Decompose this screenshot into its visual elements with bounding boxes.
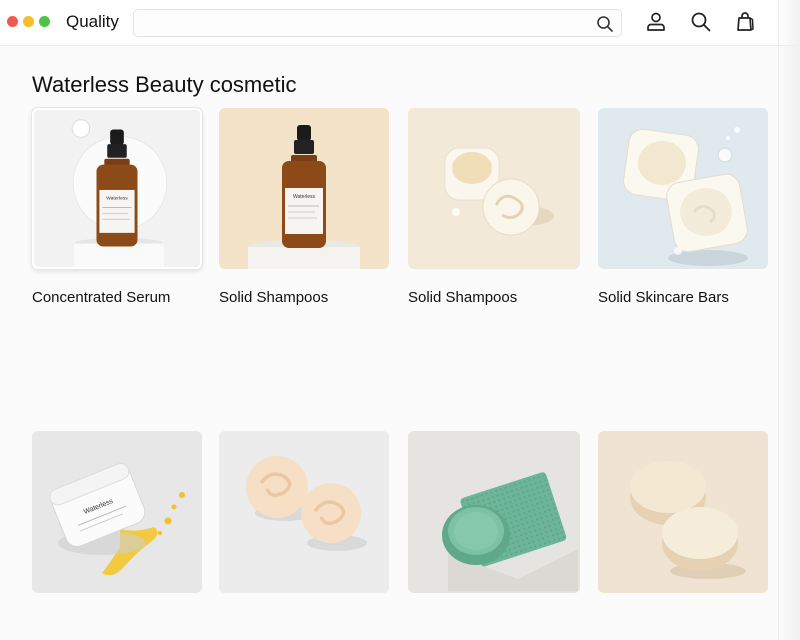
page-title: Waterless Beauty cosmetic bbox=[32, 72, 297, 97]
product-image-serum-pedestal[interactable]: Waterless bbox=[219, 108, 389, 269]
product-card[interactable] bbox=[598, 431, 768, 593]
brand-logo[interactable]: Quality bbox=[66, 12, 119, 32]
product-title[interactable]: Concentrated Serum bbox=[32, 289, 170, 306]
product-image-cream-jar-oil[interactable]: Waterless bbox=[32, 431, 202, 593]
bottle-label-text: Waterless bbox=[106, 196, 128, 202]
product-title[interactable]: Solid Skincare Bars bbox=[598, 289, 729, 306]
product-card[interactable] bbox=[219, 431, 389, 593]
product-image-cream-jars[interactable] bbox=[408, 108, 580, 269]
top-bar: Quality bbox=[0, 0, 800, 46]
product-card[interactable]: Waterless bbox=[32, 431, 202, 593]
product-card[interactable] bbox=[408, 431, 580, 593]
product-card[interactable]: Waterless Concentrated Serum bbox=[32, 108, 202, 308]
product-image-round-bars[interactable] bbox=[598, 431, 768, 593]
search-input[interactable] bbox=[142, 14, 582, 34]
product-card[interactable]: Waterless Solid Shampoos bbox=[219, 108, 389, 308]
search-icon[interactable] bbox=[596, 15, 614, 33]
shopping-bag-icon[interactable] bbox=[733, 10, 757, 34]
window-controls bbox=[7, 16, 50, 27]
minimize-window-button[interactable] bbox=[23, 16, 34, 27]
product-title[interactable]: Solid Shampoos bbox=[408, 289, 517, 306]
product-image-serum[interactable]: Waterless bbox=[32, 108, 202, 269]
bottle-label-text: Waterless bbox=[293, 194, 316, 200]
account-icon[interactable] bbox=[644, 10, 668, 34]
product-image-cream-bars[interactable] bbox=[598, 108, 768, 269]
product-image-swirl-bars[interactable] bbox=[219, 431, 389, 593]
search-icon[interactable] bbox=[689, 10, 713, 34]
maximize-window-button[interactable] bbox=[39, 16, 50, 27]
search-box[interactable] bbox=[133, 9, 622, 37]
product-image-green-sponge[interactable] bbox=[408, 431, 580, 593]
close-window-button[interactable] bbox=[7, 16, 18, 27]
product-card[interactable]: Solid Skincare Bars bbox=[598, 108, 768, 308]
product-card[interactable]: Solid Shampoos bbox=[408, 108, 580, 308]
window-edge bbox=[778, 0, 800, 640]
product-title[interactable]: Solid Shampoos bbox=[219, 289, 328, 306]
